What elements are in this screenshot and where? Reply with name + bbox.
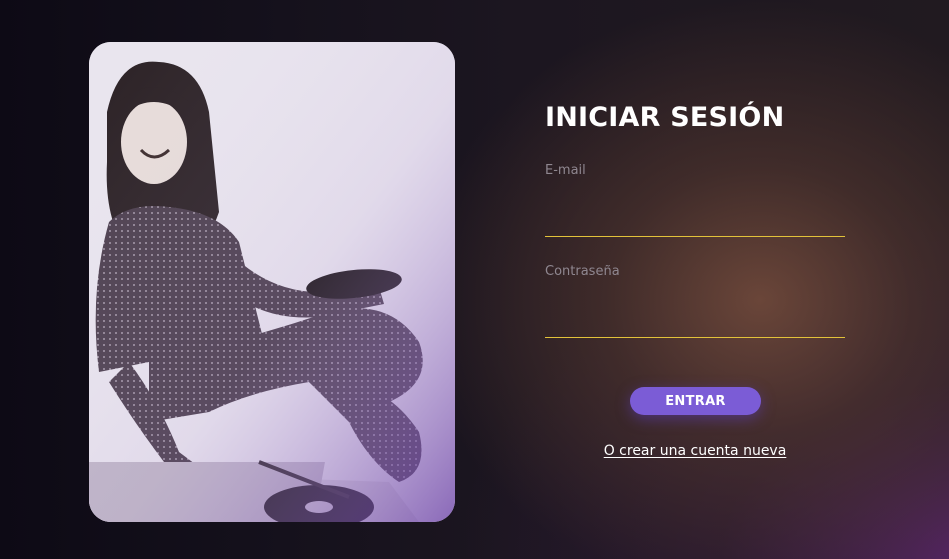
login-submit-button[interactable]: ENTRAR: [630, 387, 761, 415]
password-field[interactable]: [545, 308, 845, 338]
create-account-link[interactable]: O crear una cuenta nueva: [545, 442, 845, 460]
login-title: INICIAR SESIÓN: [545, 102, 785, 133]
password-label: Contraseña: [545, 264, 620, 279]
email-label: E-mail: [545, 163, 586, 178]
login-photo: [89, 42, 455, 522]
photo-illustration: [89, 42, 455, 522]
email-field[interactable]: [545, 207, 845, 237]
